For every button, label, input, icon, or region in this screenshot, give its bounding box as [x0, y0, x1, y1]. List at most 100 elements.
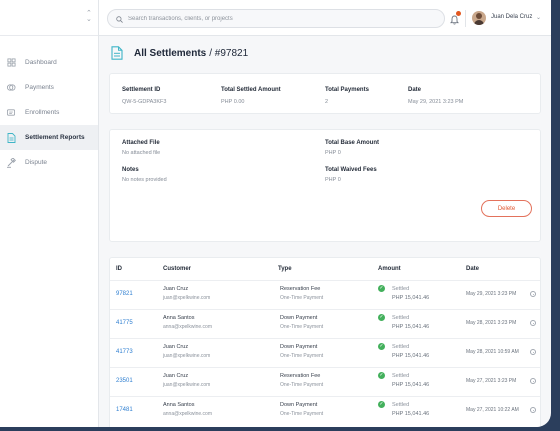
check-icon: ✓ [378, 285, 385, 292]
sidebar-item-dashboard[interactable]: Dashboard [0, 50, 98, 75]
amount-value: PHP 15,041.46 [392, 295, 430, 301]
column-header-date: Date [466, 266, 480, 272]
status-text: Settled [392, 373, 410, 379]
customer-email: juan@xpelkwine.com [163, 353, 211, 359]
row-id-link[interactable]: 41775 [116, 320, 133, 326]
more-options-icon[interactable] [530, 378, 536, 384]
total-waived-label: Total Waived Fees [325, 167, 377, 173]
dispute-icon [6, 157, 16, 168]
status-text: Settled [392, 315, 410, 321]
row-id-link[interactable]: 97821 [116, 291, 133, 297]
sidebar-item-label: Enrollments [25, 109, 60, 116]
table-row[interactable]: 97821 Juan Cruz juan@xpelkwine.com Reser… [110, 281, 540, 309]
customer-name: Anna Santos [163, 402, 195, 408]
check-icon: ✓ [378, 372, 385, 379]
customer-email: juan@xpelkwine.com [163, 382, 211, 388]
enrollments-icon [6, 108, 16, 118]
total-settled-label: Total Settled Amount [221, 87, 281, 93]
payment-type: Reservation Fee [280, 373, 321, 379]
divider [465, 10, 466, 27]
payments-table: ID Customer Type Amount Date 97821 Juan … [109, 257, 541, 427]
sidebar-item-dispute[interactable]: Dispute [0, 150, 98, 175]
total-payments-label: Total Payments [325, 87, 369, 93]
check-icon: ✓ [378, 314, 385, 321]
notes-label: Notes [122, 167, 139, 173]
column-header-amount: Amount [378, 266, 401, 272]
customer-email: juan@xpelkwine.com [163, 295, 211, 301]
switcher-chevron-icon[interactable]: ⌃ ⌄ [86, 10, 92, 23]
payment-type: Down Payment [280, 344, 318, 350]
payment-plan: One-Time Payment [280, 353, 324, 359]
settlement-reports-icon [6, 132, 16, 143]
more-options-icon[interactable] [530, 320, 536, 326]
user-name[interactable]: Juan Dela Cruz [491, 14, 532, 20]
total-settled-value: PHP 0.00 [221, 99, 245, 105]
sidebar-item-payments[interactable]: Payments [0, 75, 98, 100]
total-base-value: PHP 0 [325, 150, 341, 156]
avatar[interactable] [472, 11, 486, 25]
sidebar-item-label: Dashboard [25, 59, 57, 66]
sidebar-item-label: Payments [25, 84, 54, 91]
table-row[interactable]: 41775 Anna Santos anna@xpelkwine.com Dow… [110, 310, 540, 338]
table-row[interactable]: 17481 Anna Santos anna@xpelkwine.com Dow… [110, 397, 540, 425]
sidebar-item-enrollments[interactable]: Enrollments [0, 100, 98, 125]
check-icon: ✓ [378, 343, 385, 350]
row-date: May 28, 2021 10:59 AM [466, 349, 519, 355]
sidebar-item-settlement-reports[interactable]: Settlement Reports [0, 125, 98, 150]
payment-type: Reservation Fee [280, 286, 321, 292]
column-header-id: ID [116, 266, 122, 272]
more-options-icon[interactable] [530, 349, 536, 355]
payment-plan: One-Time Payment [280, 295, 324, 301]
delete-button[interactable]: Delete [481, 200, 532, 217]
summary-card: Settlement ID QW-5-GDPA3KF3 Total Settle… [109, 73, 541, 114]
row-date: May 27, 2021 10:22 AM [466, 407, 519, 413]
amount-value: PHP 15,041.46 [392, 353, 430, 359]
payment-type: Down Payment [280, 315, 318, 321]
settlement-id-value: QW-5-GDPA3KF3 [122, 99, 167, 105]
search-icon [116, 10, 123, 28]
total-payments-value: 2 [325, 99, 329, 105]
row-id-link[interactable]: 17481 [116, 407, 133, 413]
payment-plan: One-Time Payment [280, 382, 324, 388]
amount-value: PHP 15,041.46 [392, 411, 430, 417]
row-date: May 29, 2021 3:23 PM [466, 291, 517, 297]
sidebar-item-label: Settlement Reports [25, 134, 85, 141]
date-value: May 29, 2021 3:23 PM [408, 99, 464, 105]
document-icon [111, 46, 123, 60]
top-bar: Juan Dela Cruz ⌄ [99, 0, 551, 36]
more-options-icon[interactable] [530, 407, 536, 413]
more-options-icon[interactable] [530, 291, 536, 297]
check-icon: ✓ [378, 401, 385, 408]
settlement-id-label: Settlement ID [122, 87, 161, 93]
table-row[interactable]: 23501 Juan Cruz juan@xpelkwine.com Reser… [110, 368, 540, 396]
search-bar[interactable] [107, 9, 445, 28]
total-waived-value: PHP 0 [325, 177, 341, 183]
customer-name: Juan Cruz [163, 373, 189, 379]
row-id-link[interactable]: 23501 [116, 378, 133, 384]
chevron-down-icon[interactable]: ⌄ [536, 14, 541, 21]
notification-dot [456, 11, 461, 16]
customer-email: anna@xpelkwine.com [163, 411, 212, 417]
page-subtitle: / #97821 [209, 47, 249, 59]
page-header: All Settlements / #97821 [111, 46, 248, 60]
total-base-label: Total Base Amount [325, 140, 380, 146]
amount-value: PHP 15,041.46 [392, 382, 430, 388]
notifications-bell-icon[interactable] [450, 11, 461, 30]
notes-value: No notes provided [122, 177, 167, 183]
column-header-customer: Customer [163, 266, 192, 272]
payments-icon [6, 83, 16, 93]
status-text: Settled [392, 344, 410, 350]
customer-name: Anna Santos [163, 315, 195, 321]
search-input[interactable] [128, 15, 428, 22]
payment-type: Down Payment [280, 402, 318, 408]
attached-file-value: No attached file [122, 150, 161, 156]
table-row[interactable]: 41773 Juan Cruz juan@xpelkwine.com Down … [110, 339, 540, 367]
customer-name: Juan Cruz [163, 344, 189, 350]
row-id-link[interactable]: 41773 [116, 349, 133, 355]
payment-plan: One-Time Payment [280, 411, 324, 417]
sidebar-header: ⌃ ⌄ [0, 0, 98, 36]
sidebar-nav: Dashboard Payments Enrollments Settlemen… [0, 50, 98, 175]
sidebar-item-label: Dispute [25, 159, 48, 166]
details-card: Attached File No attached file Notes No … [109, 129, 541, 242]
page-title: All Settlements [134, 47, 207, 59]
